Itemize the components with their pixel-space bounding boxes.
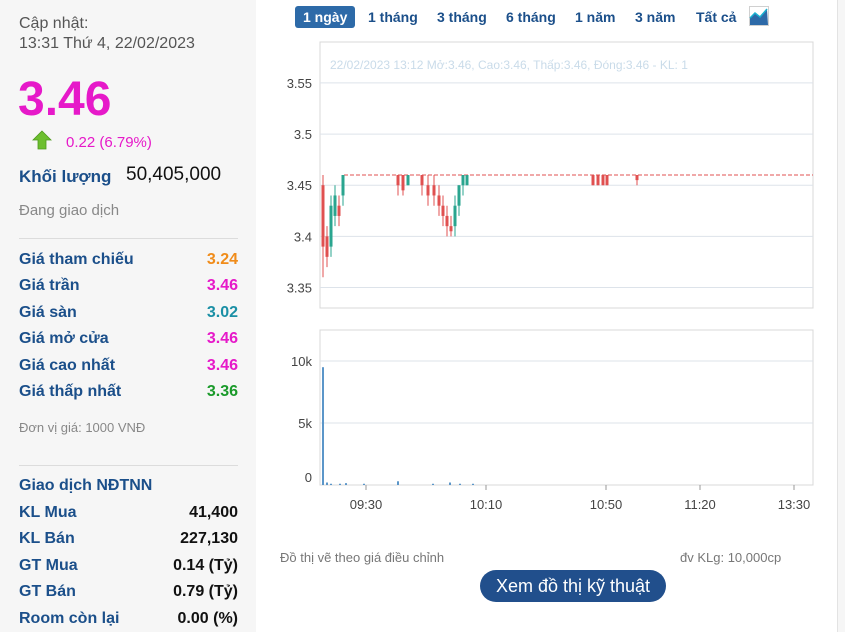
price-tick-label: 3.4	[294, 229, 312, 244]
candle-body	[420, 175, 424, 186]
candle-body	[591, 175, 595, 186]
candle-body	[432, 185, 436, 196]
volume-unit-note: đv KLg: 10,000cp	[680, 550, 782, 565]
technical-chart-button[interactable]: Xem đồ thị kỹ thuật	[480, 570, 666, 602]
volume-tick-label: 5k	[298, 416, 312, 431]
volume-bar	[459, 483, 461, 485]
candle-body	[341, 175, 345, 196]
candle-body	[445, 215, 449, 227]
candle-body	[465, 175, 469, 186]
time-tick-label: 13:30	[778, 497, 811, 512]
candle-body	[457, 185, 461, 206]
foreign-row-label: Room còn lại	[19, 610, 120, 627]
volume-bar	[326, 482, 328, 485]
candle-body	[426, 185, 430, 196]
candle-body	[605, 175, 609, 186]
foreign-row-value: 0.14 (Tỷ)	[173, 557, 238, 574]
foreign-row-value: 0.79 (Tỷ)	[173, 583, 238, 600]
volume-bar	[397, 481, 399, 485]
candle-body	[441, 205, 445, 216]
foreign-row-value: 0.00 (%)	[177, 610, 238, 627]
candle-body	[396, 175, 400, 186]
candle-body	[333, 195, 337, 216]
volume-bar	[472, 483, 474, 485]
candle-body	[596, 175, 600, 186]
volume-bar	[322, 367, 324, 485]
volume-bar	[449, 482, 451, 485]
adjusted-price-note: Đồ thị vẽ theo giá điều chỉnh	[280, 550, 445, 565]
candle-body	[401, 175, 405, 191]
candle-body	[601, 175, 605, 186]
candle-body	[406, 175, 410, 186]
foreign-row-label: GT Bán	[19, 583, 76, 600]
volume-panel-frame	[319, 329, 814, 486]
candle-body	[437, 195, 441, 206]
volume-bar	[345, 483, 347, 485]
volume-bar	[339, 483, 341, 485]
candle-body	[461, 175, 465, 186]
price-tick-label: 3.5	[294, 127, 312, 142]
price-tick-label: 3.45	[287, 178, 312, 193]
chart-tooltip: 22/02/2023 13:12 Mở:3.46, Cao:3.46, Thấp…	[330, 58, 688, 72]
foreign-row-label: GT Mua	[19, 557, 78, 574]
price-volume-chart[interactable]: 3.55 3.5 3.45 3.4 3.35 22/02/2023 13:12 Mở:3.…	[0, 0, 845, 545]
candle-body	[449, 226, 453, 232]
volume-bar	[363, 483, 365, 485]
volume-tick-label: 10k	[291, 354, 312, 369]
time-tick-label: 10:10	[470, 497, 503, 512]
time-tick-label: 09:30	[350, 497, 383, 512]
price-tick-label: 3.55	[287, 76, 312, 91]
volume-bar	[330, 483, 332, 485]
volume-tick-label: 0	[305, 470, 312, 485]
time-tick-label: 11:20	[684, 497, 716, 512]
candle-body	[325, 236, 329, 257]
candle-body	[453, 205, 457, 227]
candle-body	[321, 185, 325, 247]
candle-body	[635, 175, 639, 181]
candle-body	[337, 205, 341, 216]
candle-body	[329, 205, 333, 247]
price-tick-label: 3.35	[287, 281, 312, 296]
time-tick-label: 10:50	[590, 497, 623, 512]
volume-bar	[432, 483, 434, 485]
